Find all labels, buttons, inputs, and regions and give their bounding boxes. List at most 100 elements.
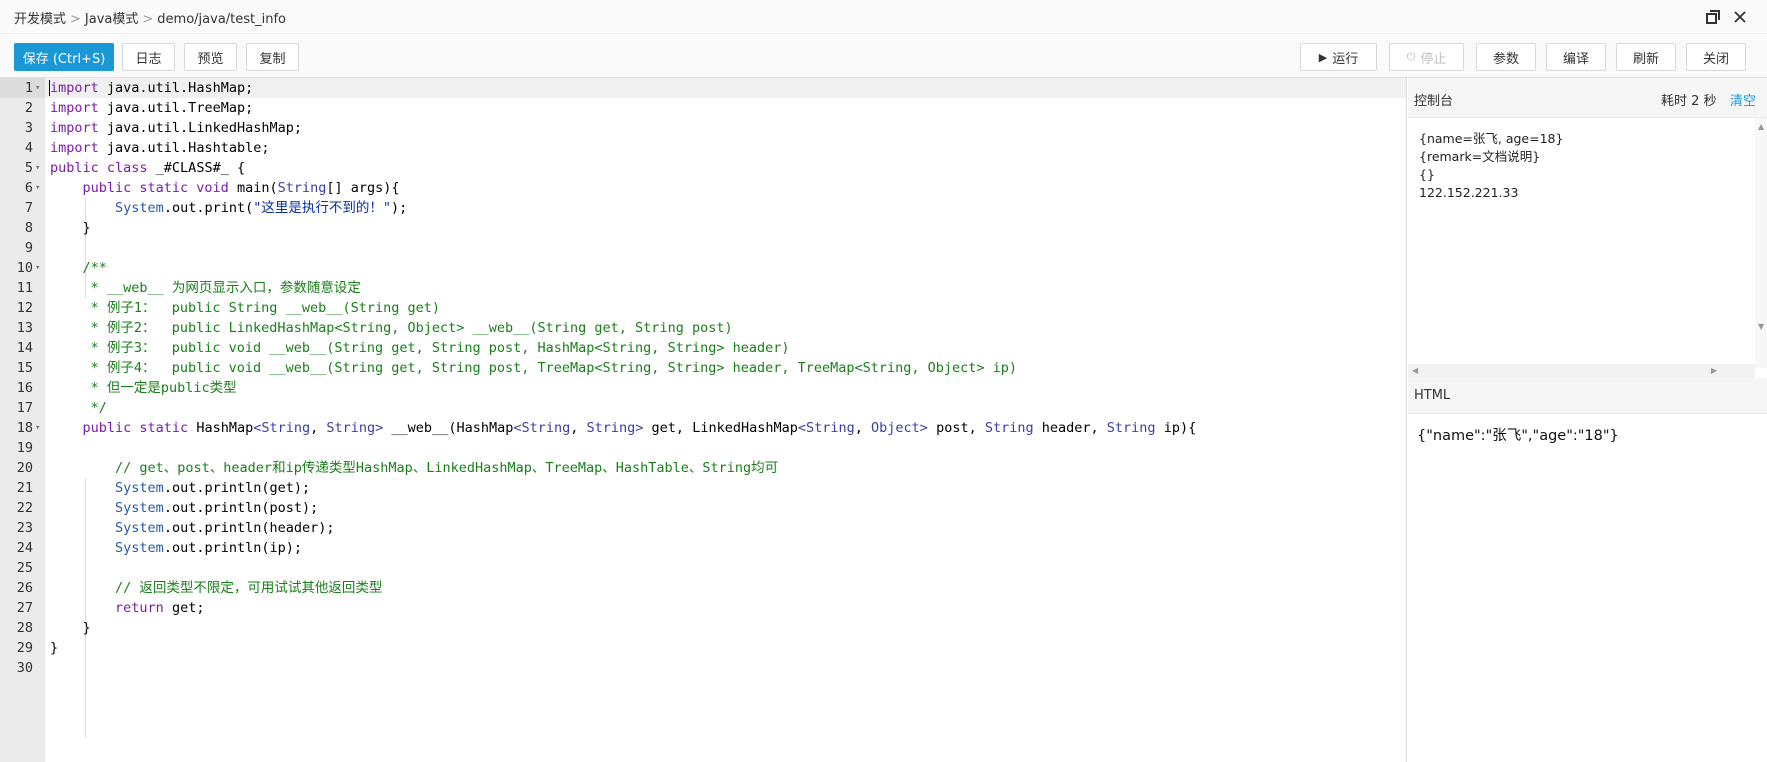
code-text: // 返回类型不限定，可用试试其他返回类型: [50, 580, 383, 596]
code-line: 23 System.out.println(header);: [0, 518, 1406, 538]
scroll-left-icon[interactable]: ◀: [1412, 366, 1418, 375]
code-line: 25: [0, 558, 1406, 578]
log-button[interactable]: 日志: [122, 43, 175, 71]
console-output-lines: {name=张飞, age=18} {remark=文档说明} {} 122.1…: [1419, 130, 1563, 202]
run-label: 运行: [1332, 51, 1359, 67]
close-icon[interactable]: [1733, 10, 1747, 24]
line-number: 24: [16, 540, 33, 556]
code-line: 16 * 但一定是public类型: [0, 378, 1406, 398]
fold-toggle-icon[interactable]: ▾: [35, 78, 40, 98]
scroll-up-icon[interactable]: ▲: [1758, 122, 1764, 131]
code-line: 6 ▾ public static void main(String[] args…: [0, 178, 1406, 198]
breadcrumb: 开发模式 > Java模式 > demo/java/test_info: [14, 8, 286, 27]
line-number: 19: [16, 440, 33, 456]
code-lines: 1 ▾ import java.util.HashMap; 2 import java.…: [0, 78, 1406, 678]
line-number: 30: [16, 660, 33, 676]
vertical-scrollbar[interactable]: ▲ ▼: [1755, 118, 1767, 368]
scroll-right-icon[interactable]: ▶: [1711, 366, 1717, 375]
console-output[interactable]: {name=张飞, age=18} {remark=文档说明} {} 122.1…: [1408, 118, 1767, 378]
code-line: 12 * 例子1： public String __web__(String g…: [0, 298, 1406, 318]
code-text: * 例子2： public LinkedHashMap<String, Obje…: [50, 320, 733, 336]
code-text: import java.util.TreeMap;: [50, 100, 254, 116]
output-panel: 控制台 耗时 2 秒 清空 {name=张飞, age=18} {remark=…: [1408, 78, 1767, 762]
line-number: 27: [16, 600, 33, 616]
fold-toggle-icon[interactable]: ▾: [35, 178, 40, 198]
line-number: 5: [24, 160, 33, 176]
console-line: {name=张飞, age=18}: [1419, 131, 1564, 146]
code-line: 2 import java.util.TreeMap;: [0, 98, 1406, 118]
line-number: 4: [24, 140, 33, 156]
preview-button[interactable]: 预览: [184, 43, 237, 71]
compile-button[interactable]: 编译: [1546, 43, 1606, 71]
code-line: 11 * __web__ 为网页显示入口，参数随意设定: [0, 278, 1406, 298]
line-number: 8: [24, 220, 33, 236]
params-button[interactable]: 参数: [1476, 43, 1536, 71]
line-number: 15: [16, 360, 33, 376]
code-line: 7 System.out.print("这里是执行不到的！");: [0, 198, 1406, 218]
code-line: 26 // 返回类型不限定，可用试试其他返回类型: [0, 578, 1406, 598]
line-number: 21: [16, 480, 33, 496]
code-line: 3 import java.util.LinkedHashMap;: [0, 118, 1406, 138]
breadcrumb-item-file: demo/java/test_info: [157, 12, 287, 27]
code-line: 8 }: [0, 218, 1406, 238]
fold-toggle-icon[interactable]: ▾: [35, 258, 40, 278]
code-text: public class _#CLASS#_ {: [50, 160, 246, 176]
text-cursor: [49, 80, 50, 96]
elapsed-time: 耗时 2 秒: [1661, 94, 1717, 109]
fold-toggle-icon[interactable]: ▾: [35, 418, 40, 438]
line-number: 14: [16, 340, 33, 356]
console-line: 122.152.221.33: [1419, 185, 1519, 200]
html-title: HTML: [1414, 388, 1451, 403]
code-line: 29}: [0, 638, 1406, 658]
console-title: 控制台: [1414, 94, 1454, 109]
line-number: 9: [24, 240, 33, 256]
restore-window-icon[interactable]: [1706, 10, 1720, 24]
code-text: * 例子4： public void __web__(String get, S…: [50, 360, 1018, 376]
code-text: }: [50, 220, 91, 236]
line-number: 7: [24, 200, 33, 216]
line-number: 22: [16, 500, 33, 516]
breadcrumb-separator: >: [70, 12, 81, 27]
code-text: import java.util.HashMap;: [50, 80, 254, 96]
line-number: 13: [16, 320, 33, 336]
close-button[interactable]: 关闭: [1686, 43, 1746, 71]
code-line: 27 return get;: [0, 598, 1406, 618]
run-button[interactable]: ▶ 运行: [1300, 43, 1377, 71]
code-line: 30: [0, 658, 1406, 678]
code-text: return get;: [115, 600, 205, 616]
line-number: 17: [16, 400, 33, 416]
save-button[interactable]: 保存 (Ctrl+S): [14, 43, 114, 71]
breadcrumb-item-java-mode[interactable]: Java模式: [85, 12, 138, 27]
line-number: 10: [16, 260, 33, 276]
stop-button[interactable]: ⏻ 停止: [1389, 43, 1464, 71]
code-text: // get、post、header和ip传递类型HashMap、LinkedH…: [50, 460, 779, 476]
refresh-button[interactable]: 刷新: [1616, 43, 1676, 71]
clear-console-link[interactable]: 清空: [1730, 90, 1756, 109]
code-line: 9: [0, 238, 1406, 258]
fold-toggle-icon[interactable]: ▾: [35, 158, 40, 178]
code-line: 24 System.out.println(ip);: [0, 538, 1406, 558]
html-header: HTML: [1408, 378, 1767, 414]
code-line: 28 }: [0, 618, 1406, 638]
code-text: System.out.println(header);: [115, 520, 335, 536]
code-text: * __web__ 为网页显示入口，参数随意设定: [50, 280, 361, 296]
line-number: 6: [24, 180, 33, 196]
code-line: 21 System.out.println(get);: [0, 478, 1406, 498]
code-line: 22 System.out.println(post);: [0, 498, 1406, 518]
code-text: * 例子1： public String __web__(String get): [50, 300, 440, 316]
code-text: import java.util.LinkedHashMap;: [50, 120, 302, 136]
line-number: 29: [16, 640, 33, 656]
code-text: System.out.print("这里是执行不到的！");: [115, 200, 408, 216]
power-icon: ⏻: [1406, 50, 1416, 63]
line-number: 26: [16, 580, 33, 596]
horizontal-scrollbar[interactable]: ◀ ▶: [1408, 364, 1755, 378]
code-line: 18 ▾ public static HashMap<String, String…: [0, 418, 1406, 438]
line-number: 2: [24, 100, 33, 116]
breadcrumb-item-dev-mode[interactable]: 开发模式: [14, 12, 66, 27]
line-number: 18: [16, 420, 33, 436]
copy-button[interactable]: 复制: [246, 43, 299, 71]
code-text: */: [50, 400, 107, 416]
console-line: {remark=文档说明}: [1419, 149, 1541, 164]
code-editor[interactable]: 1 ▾ import java.util.HashMap; 2 import java.…: [0, 78, 1407, 762]
scroll-down-icon[interactable]: ▼: [1758, 322, 1764, 331]
